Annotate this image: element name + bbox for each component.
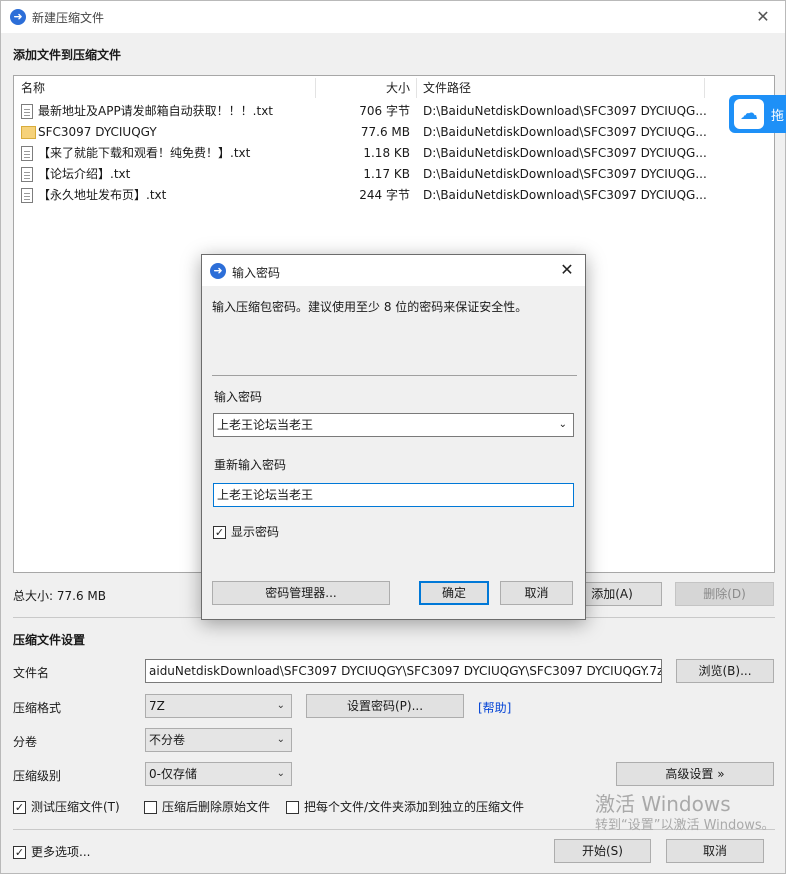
column-separator [704,78,705,98]
drag-tab-label: 拖 [771,109,785,124]
more-options-checkbox[interactable]: ✓ 更多选项... [13,844,90,860]
cancel-button[interactable]: 取消 [666,839,764,863]
column-header-name[interactable]: 名称 [21,76,45,100]
table-row[interactable]: SFC3097 DYCIUQGY 77.6 MB D:\BaiduNetdisk… [15,122,773,143]
dialog-description: 输入压缩包密码。建议使用至少 8 位的密码来保证安全性。 [212,300,528,314]
help-link[interactable]: [帮助] [478,699,511,716]
chevron-down-icon: ⌄ [276,734,285,745]
ok-button[interactable]: 确定 [419,581,489,605]
file-path: D:\BaiduNetdiskDownload\SFC3097 DYCIUQG.… [423,146,707,160]
chevron-down-icon[interactable]: ⌄ [559,414,567,436]
app-icon: ➜ [210,263,226,279]
close-icon[interactable]: ✕ [751,5,775,29]
split-label: 分卷 [13,735,38,749]
format-label: 压缩格式 [13,701,62,715]
file-name: 【永久地址发布页】.txt [38,188,167,202]
file-icon [21,188,33,203]
advanced-settings-button[interactable]: 高级设置 » [616,762,774,786]
split-select[interactable]: 不分卷 ⌄ [145,728,292,752]
file-name: SFC3097 DYCIUQGY [38,125,157,139]
chevron-down-icon: ⌄ [276,700,285,711]
file-name: 最新地址及APP请发邮箱自动获取！！！.txt [38,104,274,118]
delete-after-label: 压缩后删除原始文件 [162,800,271,814]
column-separator [416,78,417,98]
delete-button[interactable]: 删除(D) [675,582,774,606]
table-row[interactable]: 【永久地址发布页】.txt 244 字节 D:\BaiduNetdiskDown… [15,185,773,206]
password-dialog: ➜ 输入密码 ✕ 输入压缩包密码。建议使用至少 8 位的密码来保证安全性。 输入… [201,254,586,620]
test-archive-checkbox[interactable]: ✓ 测试压缩文件(T) [13,799,120,815]
checkbox-unchecked-icon [144,801,157,814]
set-password-button[interactable]: 设置密码(P)... [306,694,464,718]
divider [212,375,577,376]
format-value: 7Z [149,699,165,713]
folder-icon [21,126,36,139]
browse-button[interactable]: 浏览(B)... [676,659,774,683]
file-size: 1.18 KB [363,146,410,160]
checkbox-checked-icon: ✓ [13,846,26,859]
total-size: 总大小: 77.6 MB [13,589,106,603]
file-size: 77.6 MB [360,125,410,139]
checkbox-unchecked-icon [286,801,299,814]
file-size: 244 字节 [359,188,410,202]
filename-label: 文件名 [13,666,50,680]
baidu-drag-tab[interactable]: ☁ 拖 [729,95,786,133]
file-path: D:\BaiduNetdiskDownload\SFC3097 DYCIUQG.… [423,188,707,202]
checkbox-checked-icon: ✓ [13,801,26,814]
level-value: 0-仅存储 [149,767,197,781]
dialog-cancel-button[interactable]: 取消 [500,581,573,605]
file-path: D:\BaiduNetdiskDownload\SFC3097 DYCIUQG.… [423,104,707,118]
window-titlebar: ➜ 新建压缩文件 ✕ [1,1,785,33]
password-manager-button[interactable]: 密码管理器... [212,581,390,605]
column-header-path[interactable]: 文件路径 [423,76,471,100]
window-title: 新建压缩文件 [32,11,105,25]
file-path: D:\BaiduNetdiskDownload\SFC3097 DYCIUQG.… [423,125,707,139]
format-select[interactable]: 7Z ⌄ [145,694,292,718]
app-icon: ➜ [10,9,26,25]
activate-windows-hint: 转到“设置”以激活 Windows。 [595,818,775,833]
section-heading-add: 添加文件到压缩文件 [13,48,122,62]
file-name: 【来了就能下载和观看！纯免费！】.txt [38,146,251,160]
show-password-checkbox[interactable]: ✓ 显示密码 [213,524,279,540]
start-button[interactable]: 开始(S) [554,839,651,863]
close-icon[interactable]: ✕ [555,258,579,282]
activate-windows-title: 激活 Windows [595,792,731,816]
delete-after-checkbox[interactable]: 压缩后删除原始文件 [144,799,270,815]
more-options-label: 更多选项... [31,845,91,859]
confirm-password-input[interactable]: 上老王论坛当老王 [213,483,574,507]
checkbox-checked-icon: ✓ [213,526,226,539]
file-path: D:\BaiduNetdiskDownload\SFC3097 DYCIUQG.… [423,167,707,181]
separate-archives-checkbox[interactable]: 把每个文件/文件夹添加到独立的压缩文件 [286,799,524,815]
password-label: 输入密码 [214,390,263,404]
split-value: 不分卷 [149,733,186,747]
password-value: 上老王论坛当老王 [217,418,314,432]
file-size: 706 字节 [359,104,410,118]
filename-input[interactable]: aiduNetdiskDownload\SFC3097 DYCIUQGY\SFC… [145,659,662,683]
file-icon [21,146,33,161]
chevron-down-icon: ⌄ [276,768,285,779]
table-row[interactable]: 【来了就能下载和观看！纯免费！】.txt 1.18 KB D:\BaiduNet… [15,143,773,164]
show-password-label: 显示密码 [231,525,280,539]
baidu-cloud-icon: ☁ [734,99,764,129]
test-archive-label: 测试压缩文件(T) [31,800,120,814]
table-row[interactable]: 最新地址及APP请发邮箱自动获取！！！.txt 706 字节 D:\BaiduN… [15,101,773,122]
file-name: 【论坛介绍】.txt [38,167,131,181]
file-icon [21,104,33,119]
file-icon [21,167,33,182]
column-header-size[interactable]: 大小 [314,76,410,100]
table-row[interactable]: 【论坛介绍】.txt 1.17 KB D:\BaiduNetdiskDownlo… [15,164,773,185]
password-input[interactable]: 上老王论坛当老王 ⌄ [213,413,574,437]
level-label: 压缩级别 [13,769,62,783]
file-size: 1.17 KB [363,167,410,181]
level-select[interactable]: 0-仅存储 ⌄ [145,762,292,786]
confirm-password-label: 重新输入密码 [214,458,287,472]
section-heading-settings: 压缩文件设置 [13,633,86,647]
dialog-titlebar: ➜ 输入密码 ✕ [202,255,585,286]
separate-archives-label: 把每个文件/文件夹添加到独立的压缩文件 [304,800,525,814]
dialog-title: 输入密码 [232,266,281,280]
